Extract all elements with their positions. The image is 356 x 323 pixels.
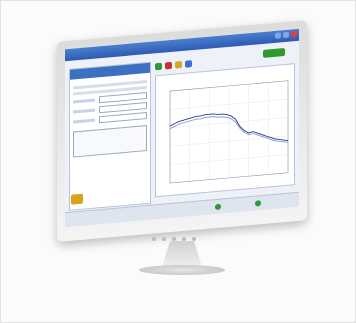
image-frame bbox=[0, 0, 356, 323]
text-input[interactable] bbox=[99, 112, 147, 124]
left-panel bbox=[69, 61, 151, 211]
field-label bbox=[73, 118, 95, 124]
monitor-bezel bbox=[57, 20, 307, 242]
back-icon[interactable] bbox=[155, 62, 162, 71]
monitor-button[interactable] bbox=[182, 237, 186, 241]
window-controls bbox=[275, 30, 297, 39]
monitor bbox=[57, 20, 307, 276]
text-input[interactable] bbox=[99, 92, 147, 104]
monitor-buttons bbox=[152, 237, 196, 241]
status-indicator-icon bbox=[215, 203, 221, 211]
monitor-button[interactable] bbox=[192, 237, 196, 241]
brand-badge bbox=[263, 47, 285, 58]
app-logo-icon bbox=[71, 193, 83, 205]
line-chart bbox=[169, 80, 289, 184]
field-label bbox=[73, 108, 95, 114]
monitor-button[interactable] bbox=[172, 237, 176, 241]
minimize-button[interactable] bbox=[275, 32, 281, 39]
close-button[interactable] bbox=[291, 30, 297, 38]
chart-icon[interactable] bbox=[185, 60, 192, 68]
status-indicator-icon bbox=[255, 200, 261, 207]
refresh-icon[interactable] bbox=[175, 61, 182, 69]
monitor-button[interactable] bbox=[152, 237, 156, 241]
text-input[interactable] bbox=[99, 102, 147, 114]
monitor-stand bbox=[162, 241, 202, 267]
maximize-button[interactable] bbox=[283, 31, 289, 39]
results-list[interactable] bbox=[73, 125, 147, 158]
chart-toolbar bbox=[155, 60, 192, 71]
app-screen bbox=[65, 28, 299, 228]
close-icon[interactable] bbox=[165, 61, 172, 70]
monitor-button[interactable] bbox=[162, 237, 166, 241]
field-label bbox=[73, 98, 95, 104]
monitor-base bbox=[139, 265, 225, 275]
chart-panel bbox=[155, 63, 295, 198]
